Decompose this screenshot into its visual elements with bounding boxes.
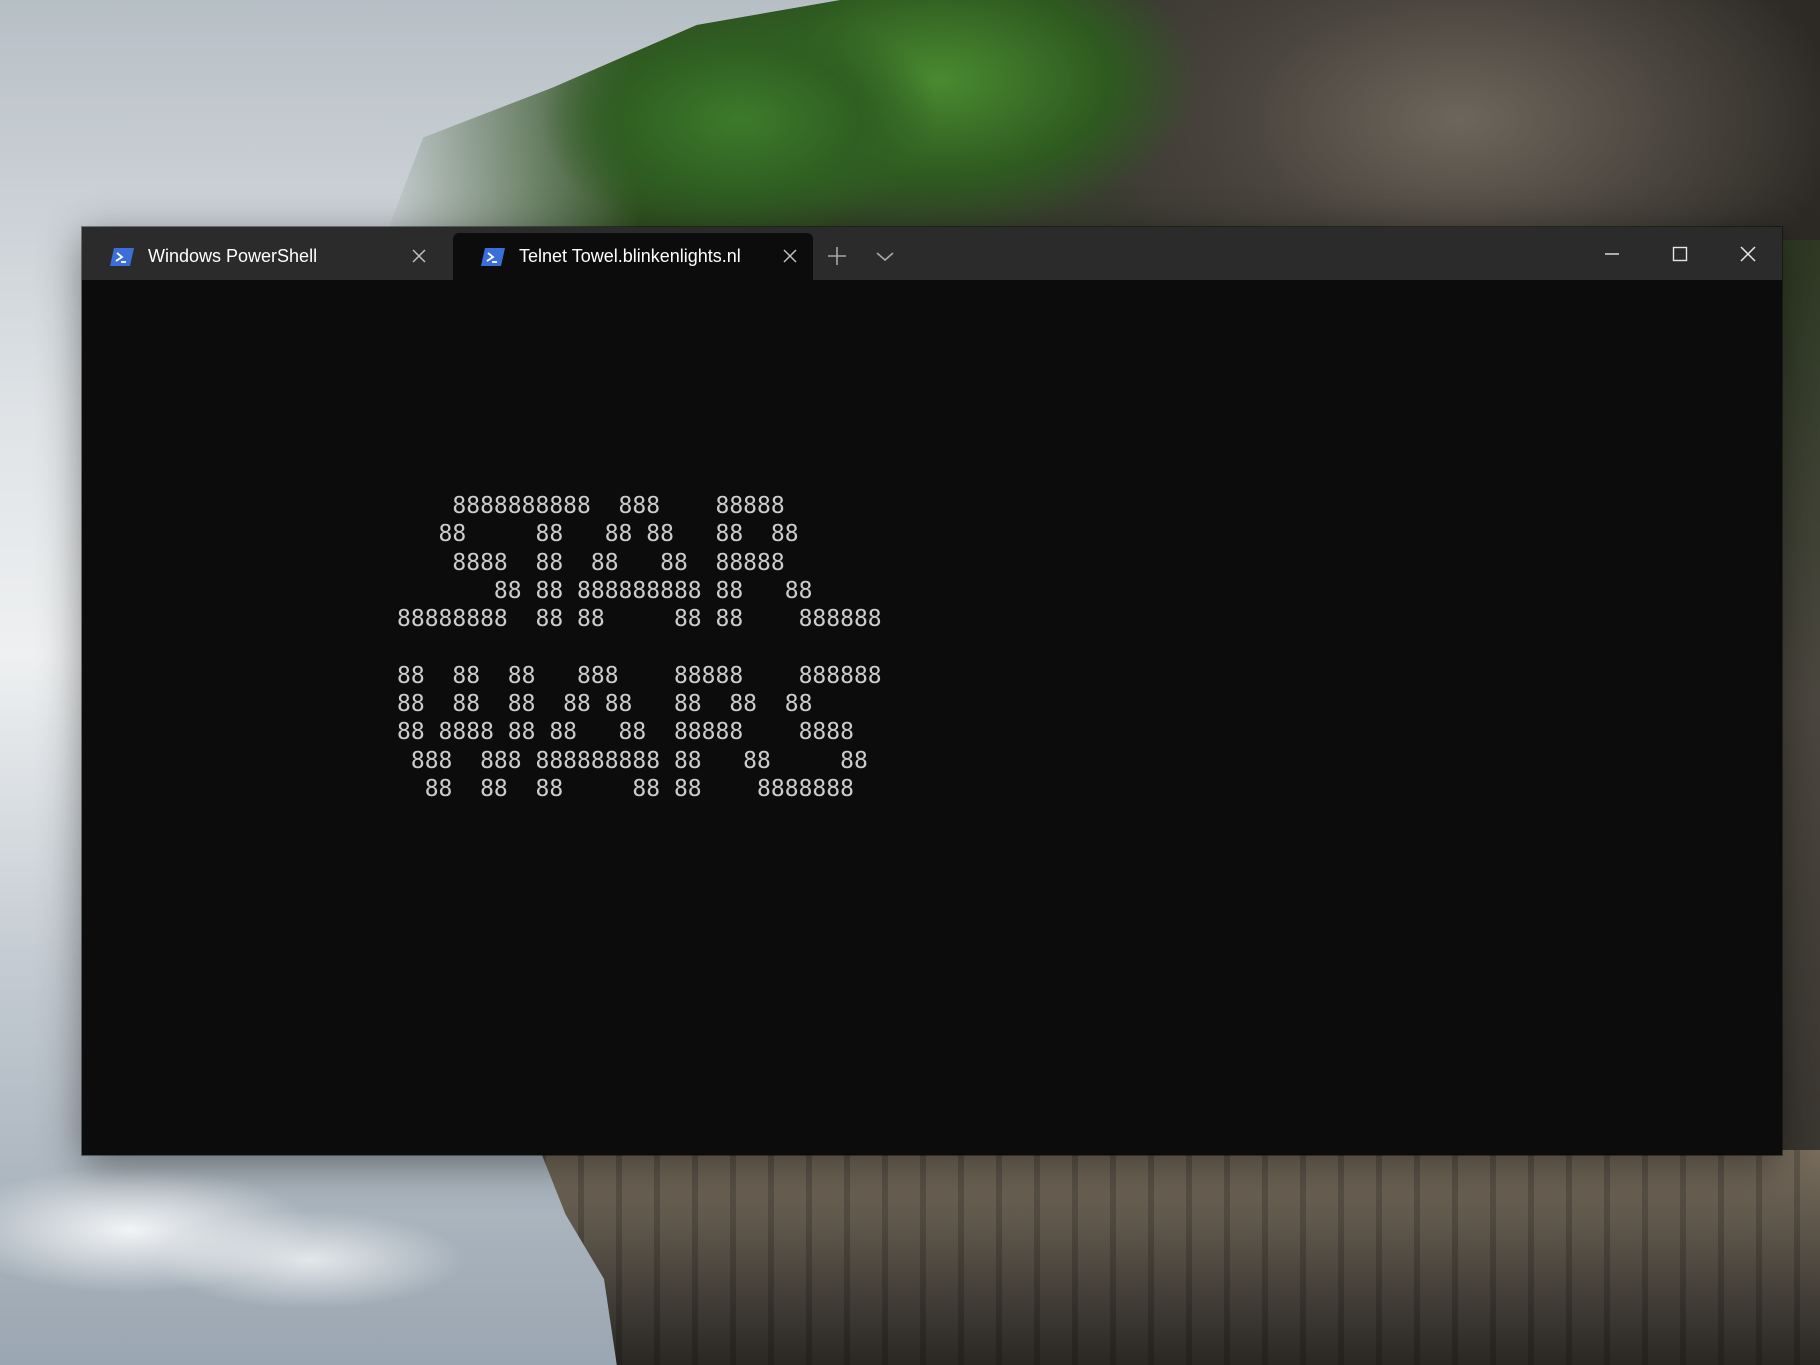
title-bar[interactable]: Windows PowerShell Telnet Towel.blinkenl… [82,227,1782,280]
tab-label: Windows PowerShell [148,246,318,266]
terminal-line: 88 8888 88 88 88 88888 8888 [397,719,854,746]
maximize-icon [1672,246,1688,261]
wallpaper-cliff-right [1780,240,1820,1160]
powershell-icon [110,247,134,266]
tab-telnet-towel[interactable]: Telnet Towel.blinkenlights.nl [453,233,813,280]
powershell-icon [481,247,505,266]
terminal-line: 88 88 88 888 88888 888888 [397,662,882,689]
new-tab-button[interactable] [822,241,852,271]
ascii-art-output: 8888888888 888 88888 88 88 88 88 88 88 8… [397,492,882,803]
profile-dropdown-button[interactable] [870,241,900,271]
tab-label: Telnet Towel.blinkenlights.nl [519,246,741,266]
terminal-window: Windows PowerShell Telnet Towel.blinkenl… [82,227,1782,1155]
chevron-down-icon [876,252,894,262]
terminal-line: 88 88 88 88 88 88 88 88 [397,691,813,718]
close-icon[interactable] [410,247,428,265]
tab-windows-powershell[interactable]: Windows PowerShell [82,233,442,280]
terminal-line: 8888888888 888 88888 [397,493,785,519]
terminal-content[interactable]: 8888888888 888 88888 88 88 88 88 88 88 8… [82,280,1782,1155]
terminal-line: 8888 88 88 88 88888 [397,549,785,576]
close-icon [1740,245,1756,262]
terminal-line: 88 88 888888888 88 88 [397,577,813,604]
terminal-line: 888 888 888888888 88 88 88 [397,747,868,774]
maximize-button[interactable] [1646,227,1714,280]
terminal-line: 88888888 88 88 88 88 888888 [397,606,882,633]
minimize-button[interactable] [1578,227,1646,280]
terminal-line: 88 88 88 88 88 88 [397,521,799,548]
minimize-icon [1605,252,1619,255]
close-icon[interactable] [781,247,799,265]
plus-icon [828,247,846,265]
close-window-button[interactable] [1714,227,1782,280]
wallpaper-cliff-bottom [540,1150,1820,1365]
terminal-line: 88 88 88 88 88 8888888 [397,775,854,802]
